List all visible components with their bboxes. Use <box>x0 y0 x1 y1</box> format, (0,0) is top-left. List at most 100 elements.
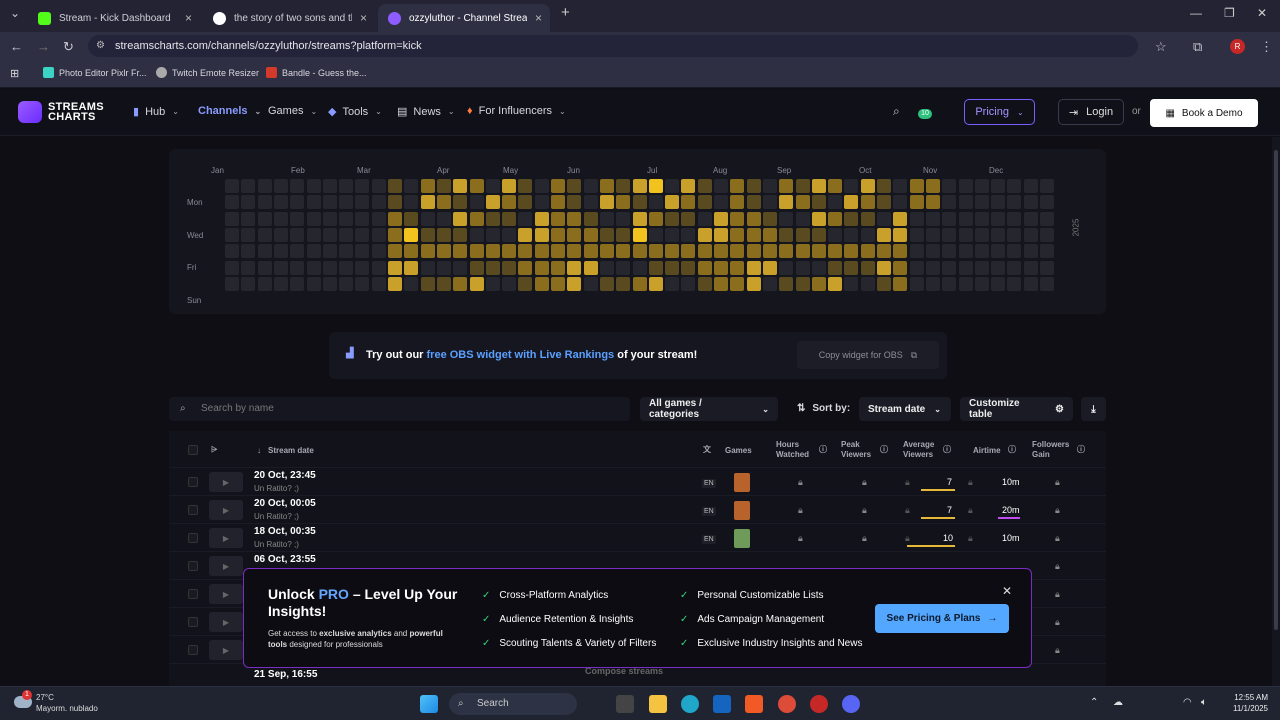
heatmap-cell[interactable] <box>518 260 533 275</box>
heatmap-cell[interactable] <box>453 195 468 210</box>
info-icon[interactable]: ⓘ <box>1077 445 1085 455</box>
heatmap-cell[interactable] <box>388 260 402 275</box>
heatmap-cell[interactable] <box>453 227 468 242</box>
bookmark-twitch-emote[interactable]: Twitch Emote Resizer <box>156 67 259 78</box>
reload-icon[interactable]: ↻ <box>63 39 74 55</box>
heatmap-cell[interactable] <box>436 195 451 210</box>
stream-date[interactable]: 18 Oct, 00:35 <box>254 526 316 537</box>
heatmap-cell[interactable] <box>404 276 419 291</box>
heatmap-cell[interactable] <box>648 211 663 226</box>
heatmap-cell[interactable] <box>420 244 435 259</box>
heatmap-cell[interactable] <box>811 244 826 259</box>
heatmap-cell[interactable] <box>485 244 500 259</box>
tab-search-icon[interactable]: ⌄ <box>10 6 20 20</box>
heatmap-cell[interactable] <box>534 260 549 275</box>
play-vod-button[interactable]: ▶ <box>209 500 243 520</box>
heatmap-cell[interactable] <box>909 276 924 291</box>
heatmap-cell[interactable] <box>942 244 957 259</box>
heatmap-cell[interactable] <box>485 227 500 242</box>
heatmap-cell[interactable] <box>1023 227 1038 242</box>
heatmap-cell[interactable] <box>306 244 321 259</box>
nav-for-influencers[interactable]: ♦ For Influencers ⌄ <box>467 105 566 117</box>
heatmap-cell[interactable] <box>404 244 419 259</box>
heatmap-cell[interactable] <box>991 195 1006 210</box>
heatmap-cell[interactable] <box>991 276 1006 291</box>
heatmap-cell[interactable] <box>1040 179 1054 193</box>
app-icon[interactable] <box>810 695 828 713</box>
heatmap-cell[interactable] <box>730 227 745 242</box>
info-icon[interactable]: ⓘ <box>880 445 888 455</box>
header-stream-date[interactable]: ↓ Stream date <box>257 446 314 456</box>
site-info-icon[interactable]: ⚙ <box>96 35 105 57</box>
heatmap-cell[interactable] <box>893 195 908 210</box>
brave-icon[interactable] <box>745 695 763 713</box>
play-vod-button[interactable]: ▶ <box>209 472 243 492</box>
heatmap-cell[interactable] <box>877 227 891 242</box>
row-checkbox[interactable] <box>188 645 198 655</box>
heatmap-cell[interactable] <box>697 195 712 210</box>
heatmap-cell[interactable] <box>665 227 680 242</box>
heatmap-cell[interactable] <box>322 244 337 259</box>
heatmap-cell[interactable] <box>925 179 940 193</box>
heatmap-cell[interactable] <box>730 179 745 193</box>
heatmap-cell[interactable] <box>762 227 777 242</box>
heatmap-cell[interactable] <box>290 195 305 210</box>
heatmap-cell[interactable] <box>551 211 565 226</box>
heatmap-cell[interactable] <box>371 260 386 275</box>
row-checkbox[interactable] <box>188 589 198 599</box>
heatmap-cell[interactable] <box>453 276 468 291</box>
apps-grid-icon[interactable]: ⊞ <box>10 67 19 80</box>
heatmap-cell[interactable] <box>469 276 484 291</box>
heatmap-cell[interactable] <box>436 244 451 259</box>
heatmap-cell[interactable] <box>925 227 940 242</box>
heatmap-cell[interactable] <box>371 195 386 210</box>
header-peak-viewers[interactable]: Peak Viewers <box>841 440 877 460</box>
heatmap-cell[interactable] <box>583 244 598 259</box>
heatmap-cell[interactable] <box>469 179 484 193</box>
heatmap-cell[interactable] <box>502 276 517 291</box>
heatmap-cell[interactable] <box>567 244 582 259</box>
browser-tab-kick[interactable]: Stream - Kick Dashboard × <box>28 4 200 32</box>
heatmap-cell[interactable] <box>779 276 794 291</box>
heatmap-cell[interactable] <box>502 227 517 242</box>
heatmap-cell[interactable] <box>828 211 843 226</box>
heatmap-cell[interactable] <box>860 211 875 226</box>
heatmap-cell[interactable] <box>616 211 631 226</box>
heatmap-cell[interactable] <box>893 276 908 291</box>
heatmap-cell[interactable] <box>420 195 435 210</box>
heatmap-cell[interactable] <box>453 260 468 275</box>
heatmap-cell[interactable] <box>599 211 614 226</box>
heatmap-cell[interactable] <box>762 211 777 226</box>
heatmap-cell[interactable] <box>290 211 305 226</box>
heatmap-cell[interactable] <box>811 211 826 226</box>
heatmap-cell[interactable] <box>762 179 777 193</box>
heatmap-cell[interactable] <box>762 260 777 275</box>
heatmap-cell[interactable] <box>681 179 696 193</box>
heatmap-cell[interactable] <box>1023 211 1038 226</box>
heatmap-cell[interactable] <box>485 179 500 193</box>
bookmark-pixlr[interactable]: Photo Editor Pixlr Fr... <box>43 67 147 78</box>
heatmap-cell[interactable] <box>877 276 891 291</box>
heatmap-cell[interactable] <box>925 260 940 275</box>
heatmap-cell[interactable] <box>714 227 728 242</box>
heatmap-cell[interactable] <box>665 211 680 226</box>
close-tab-icon[interactable]: × <box>360 11 367 25</box>
heatmap-cell[interactable] <box>714 260 728 275</box>
heatmap-cell[interactable] <box>551 179 565 193</box>
game-cover[interactable] <box>734 501 750 520</box>
game-cover[interactable] <box>734 529 750 548</box>
heatmap-cell[interactable] <box>795 195 810 210</box>
heatmap-cell[interactable] <box>551 260 565 275</box>
heatmap-cell[interactable] <box>714 211 728 226</box>
heatmap-cell[interactable] <box>991 260 1006 275</box>
heatmap-cell[interactable] <box>290 260 305 275</box>
heatmap-cell[interactable] <box>958 276 973 291</box>
heatmap-cell[interactable] <box>420 276 435 291</box>
heatmap-cell[interactable] <box>306 195 321 210</box>
heatmap-cell[interactable] <box>273 276 288 291</box>
heatmap-cell[interactable] <box>322 276 337 291</box>
heatmap-cell[interactable] <box>388 211 402 226</box>
file-explorer-icon[interactable] <box>649 695 667 713</box>
heatmap-cell[interactable] <box>388 227 402 242</box>
heatmap-cell[interactable] <box>1023 244 1038 259</box>
